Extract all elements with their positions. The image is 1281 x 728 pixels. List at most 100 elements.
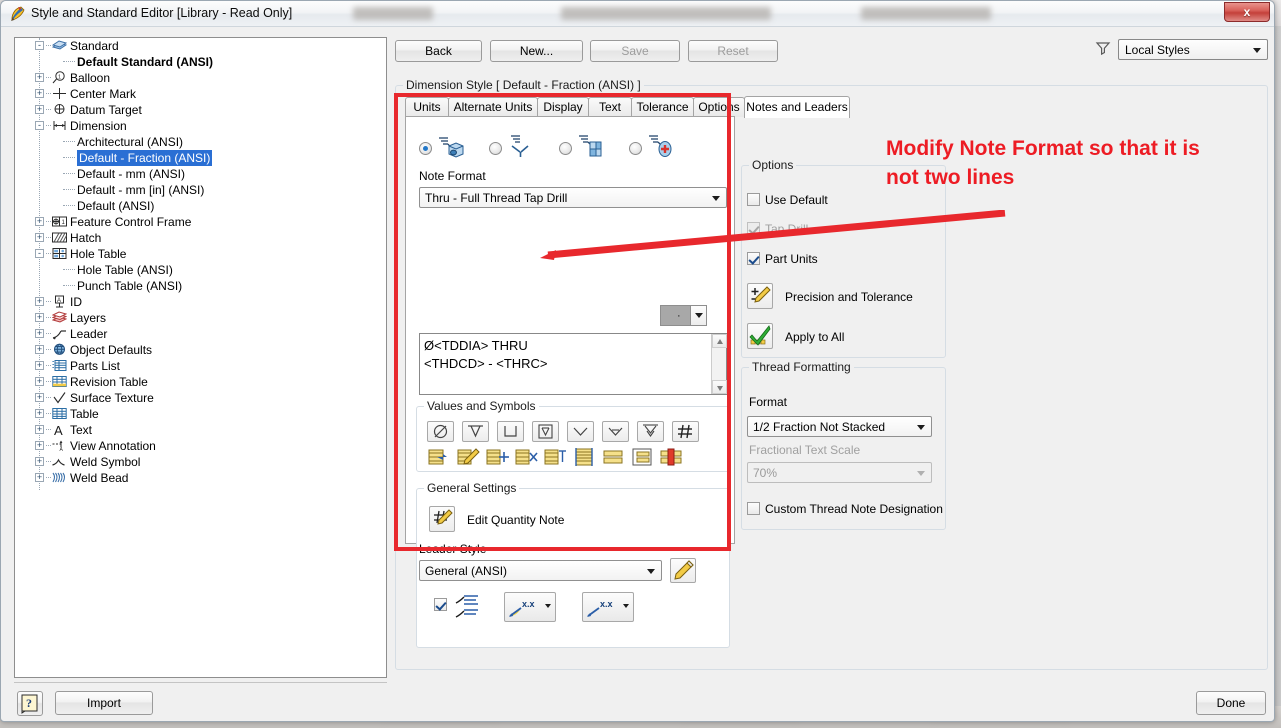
radio-hole-note[interactable] — [419, 142, 432, 155]
tree-expand-toggle[interactable]: + — [35, 473, 44, 482]
counterbore-symbol-icon[interactable] — [497, 421, 524, 442]
leader-style-combo[interactable]: General (ANSI) — [419, 560, 662, 581]
tree-expand-toggle[interactable]: + — [35, 89, 44, 98]
tab-display[interactable]: Display — [537, 97, 589, 117]
note-text-scrollbar[interactable] — [711, 334, 727, 394]
thread-format-combo[interactable]: 1/2 Fraction Not Stacked — [747, 416, 932, 437]
tree-expand-toggle[interactable]: + — [35, 409, 44, 418]
tree-item-id[interactable]: + A ID — [15, 294, 386, 310]
tree-item-parts-list[interactable]: + Parts List — [15, 358, 386, 374]
precision-dropdown[interactable]: · — [660, 305, 707, 326]
tree-item-default-fraction-ansi[interactable]: Default - Fraction (ANSI) — [15, 150, 386, 166]
tree-expand-toggle[interactable]: + — [35, 73, 44, 82]
precision-dropdown-arrow[interactable] — [690, 306, 706, 325]
radio-chamfer-note[interactable] — [489, 142, 502, 155]
tree-expand-toggle[interactable]: + — [35, 105, 44, 114]
part-units-checkbox[interactable] — [747, 252, 760, 265]
thread-symbol-depth-icon[interactable] — [543, 446, 569, 468]
tree-item-default-standard-ansi[interactable]: Default Standard (ANSI) — [15, 54, 386, 70]
tree-item-hatch[interactable]: + Hatch — [15, 230, 386, 246]
quantity-hash-icon[interactable] — [672, 421, 699, 442]
tree-item-standard[interactable]: - Standard — [15, 38, 386, 54]
tree-expand-toggle[interactable]: + — [35, 361, 44, 370]
note-format-combo[interactable]: Thru - Full Thread Tap Drill — [419, 187, 727, 208]
tree-item-weld-symbol[interactable]: + Weld Symbol — [15, 454, 386, 470]
tree-item-balloon[interactable]: +1 Balloon — [15, 70, 386, 86]
deep-countersink-symbol-icon[interactable] — [637, 421, 664, 442]
scroll-up-button[interactable] — [712, 334, 727, 348]
thread-box-icon[interactable] — [630, 446, 656, 468]
tree-item-view-annotation[interactable]: + A View Annotation — [15, 438, 386, 454]
tree-item-hole-table[interactable]: - Hole Table — [15, 246, 386, 262]
tree-expand-toggle[interactable]: + — [35, 457, 44, 466]
tree-item-default-mm-ansi[interactable]: Default - mm (ANSI) — [15, 166, 386, 182]
tree-item-revision-table[interactable]: + Revision Table — [15, 374, 386, 390]
tab-tolerance[interactable]: Tolerance — [631, 97, 694, 117]
tab-text[interactable]: Text — [588, 97, 632, 117]
tree-item-default-mm-in-ansi[interactable]: Default - mm [in] (ANSI) — [15, 182, 386, 198]
plus-minus-pencil-icon[interactable] — [747, 283, 773, 309]
note-type-radio-group[interactable] — [414, 132, 714, 164]
radio-bend-note[interactable] — [559, 142, 572, 155]
tree-item-table[interactable]: + Table — [15, 406, 386, 422]
chevron-down-icon[interactable] — [623, 604, 629, 608]
leader-arrow-xx-filled-button[interactable]: x.x — [504, 592, 556, 622]
tree-item-feature-control-frame[interactable]: +1 Feature Control Frame — [15, 214, 386, 230]
depth-symbol-icon[interactable] — [462, 421, 489, 442]
tree-expand-toggle[interactable]: + — [35, 313, 44, 322]
tree-expand-toggle[interactable]: + — [35, 217, 44, 226]
back-button[interactable]: Back — [395, 40, 482, 62]
tree-expand-toggle[interactable]: + — [35, 377, 44, 386]
tree-item-hole-table-ansi[interactable]: Hole Table (ANSI) — [15, 262, 386, 278]
style-filter-combo[interactable]: Local Styles — [1118, 39, 1268, 60]
spotface-symbol-icon[interactable] — [532, 421, 559, 442]
countersink-symbol-icon[interactable] — [567, 421, 594, 442]
help-button[interactable]: ? — [17, 691, 43, 716]
tree-expand-toggle[interactable]: + — [35, 393, 44, 402]
close-button[interactable]: x — [1224, 2, 1270, 22]
radio-punch-note[interactable] — [629, 142, 642, 155]
tab-units[interactable]: Units — [405, 97, 449, 117]
styles-tree-panel[interactable]: - Standard Default Standard (ANSI) +1 Balloo… — [14, 37, 387, 678]
note-text-editor[interactable]: Ø<TDDIA> THRU <THDCD> - <THRC> — [419, 333, 727, 395]
thread-symbol-x-icon[interactable] — [514, 446, 540, 468]
hash-pencil-icon[interactable] — [429, 506, 455, 532]
tree-item-datum-target[interactable]: + Datum Target — [15, 102, 386, 118]
tab-options[interactable]: Options — [693, 97, 745, 117]
wrap-leader-checkbox[interactable] — [434, 598, 447, 611]
done-button[interactable]: Done — [1196, 691, 1266, 715]
tree-item-punch-table-ansi[interactable]: Punch Table (ANSI) — [15, 278, 386, 294]
tree-collapse-toggle[interactable]: - — [35, 41, 44, 50]
tree-item-center-mark[interactable]: + Center Mark — [15, 86, 386, 102]
tab-notes-and-leaders[interactable]: Notes and Leaders — [744, 96, 850, 118]
tree-item-weld-bead[interactable]: + Weld Bead — [15, 470, 386, 486]
thread-full-icon[interactable] — [572, 446, 598, 468]
tree-collapse-toggle[interactable]: - — [35, 121, 44, 130]
tree-expand-toggle[interactable]: + — [35, 345, 44, 354]
tree-item-default-ansi[interactable]: Default (ANSI) — [15, 198, 386, 214]
thread-red-icon[interactable] — [659, 446, 685, 468]
leader-arrow-xx-button[interactable]: x.x — [582, 592, 634, 622]
tree-item-dimension[interactable]: - Dimension — [15, 118, 386, 134]
import-button[interactable]: Import — [55, 691, 153, 715]
new-button[interactable]: New... — [490, 40, 583, 62]
tree-expand-toggle[interactable]: + — [35, 441, 44, 450]
custom-thread-note-checkbox[interactable] — [747, 502, 760, 515]
conical-taper-symbol-icon[interactable] — [602, 421, 629, 442]
tab-alternate-units[interactable]: Alternate Units — [448, 97, 538, 117]
pencil-icon[interactable] — [670, 558, 696, 583]
tree-expand-toggle[interactable]: + — [35, 329, 44, 338]
scroll-down-button[interactable] — [712, 380, 727, 394]
chevron-down-icon[interactable] — [545, 604, 551, 608]
tree-item-architectural-ansi[interactable]: Architectural (ANSI) — [15, 134, 386, 150]
thread-symbol-plus-icon[interactable] — [485, 446, 511, 468]
tree-expand-toggle[interactable]: + — [35, 425, 44, 434]
tree-item-object-defaults[interactable]: + Object Defaults — [15, 342, 386, 358]
tree-item-layers[interactable]: + Layers — [15, 310, 386, 326]
tree-expand-toggle[interactable]: + — [35, 233, 44, 242]
diameter-symbol-icon[interactable] — [427, 421, 454, 442]
thread-edit-pencil-icon[interactable] — [456, 446, 482, 468]
thread-block-icon[interactable] — [601, 446, 627, 468]
tree-collapse-toggle[interactable]: - — [35, 249, 44, 258]
tree-item-text[interactable]: + A Text — [15, 422, 386, 438]
